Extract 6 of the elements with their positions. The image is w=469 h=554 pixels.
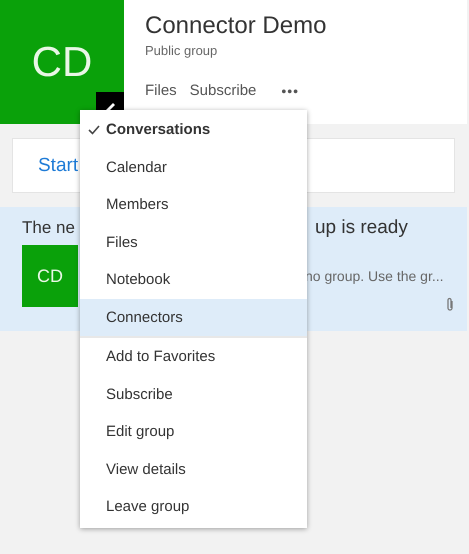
group-privacy: Public group	[145, 43, 218, 58]
group-avatar: CD	[22, 245, 78, 307]
group-name: Connector Demo	[145, 12, 326, 40]
group-avatar: CD	[0, 0, 124, 124]
banner-title: The ne	[22, 218, 75, 238]
banner-title: up is ready	[314, 217, 408, 239]
